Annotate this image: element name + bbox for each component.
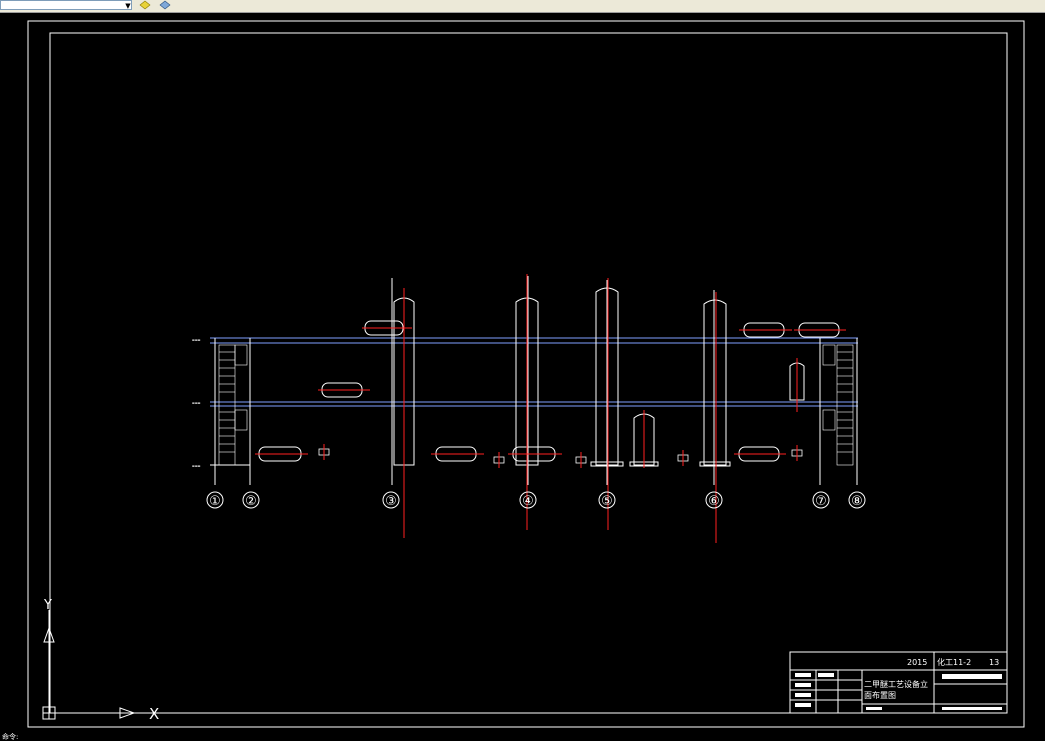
layer-combo[interactable]: ▼: [0, 0, 132, 10]
drawing-canvas[interactable]: ▬▬▬ ▬▬▬ ▬▬▬ ① ② ③ ④ ⑤ ⑥ ⑦ ⑧ 2015 化工11-2 …: [0, 13, 1045, 741]
axis-label-2: ②: [245, 494, 257, 509]
stair-left: [218, 344, 248, 466]
title-class: 化工11-2: [937, 657, 971, 667]
ucs-y-label: Y: [43, 598, 52, 613]
title-number: 13: [989, 658, 999, 667]
axis-label-4: ④: [522, 494, 534, 509]
pumps: [318, 448, 803, 464]
floor-lines: ▬▬▬ ▬▬▬ ▬▬▬: [192, 337, 858, 468]
command-line[interactable]: 命令:: [0, 733, 18, 741]
tower-equipment: [393, 287, 805, 467]
sheet-outer-frame: [27, 20, 1025, 728]
layer-yellow-icon[interactable]: [138, 0, 152, 10]
title-line1: 二甲醚工艺设备立: [864, 679, 928, 689]
axis-label-7: ⑦: [815, 494, 827, 509]
grid-axis-bubbles: [206, 491, 866, 509]
axis-label-6: ⑥: [708, 494, 720, 509]
ucs-x-label: X: [149, 705, 159, 723]
axis-label-8: ⑧: [851, 494, 863, 509]
stair-right: [822, 344, 854, 466]
title-year: 2015: [907, 658, 927, 667]
chevron-down-icon[interactable]: ▼: [124, 2, 132, 10]
svg-text:▬▬▬: ▬▬▬: [192, 401, 201, 405]
svg-text:▬▬▬: ▬▬▬: [192, 464, 201, 468]
layer-blue-icon[interactable]: [158, 0, 172, 10]
horizontal-vessels: [258, 320, 840, 462]
ucs-icon: [42, 610, 136, 720]
title-line2: 面布置图: [864, 690, 896, 700]
toolbar: ▼: [0, 0, 1045, 13]
centerlines: [255, 274, 846, 543]
svg-text:▬▬▬: ▬▬▬: [192, 338, 201, 342]
axis-label-3: ③: [385, 494, 397, 509]
command-line-text: 命令:: [2, 733, 19, 741]
axis-label-1: ①: [209, 494, 221, 509]
axis-label-5: ⑤: [601, 494, 613, 509]
